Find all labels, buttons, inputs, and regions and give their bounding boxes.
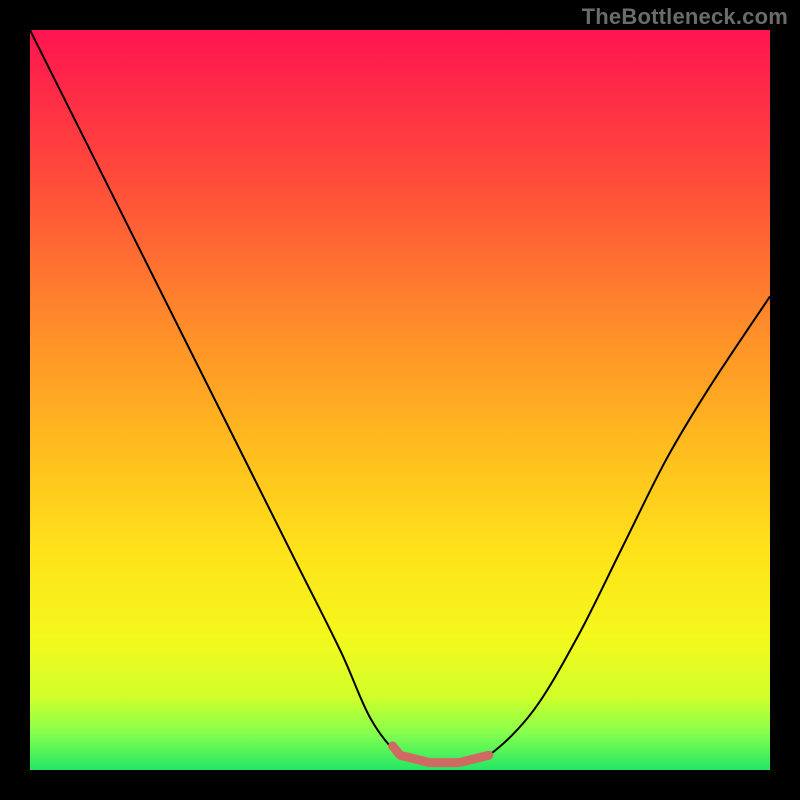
plot-border-right <box>770 0 800 800</box>
chart-frame: TheBottleneck.com <box>0 0 800 800</box>
plot-border-bottom <box>0 770 800 800</box>
gradient-background <box>30 30 770 770</box>
watermark-text: TheBottleneck.com <box>582 4 788 30</box>
plot-border-left <box>0 0 30 800</box>
chart-canvas <box>0 0 800 800</box>
